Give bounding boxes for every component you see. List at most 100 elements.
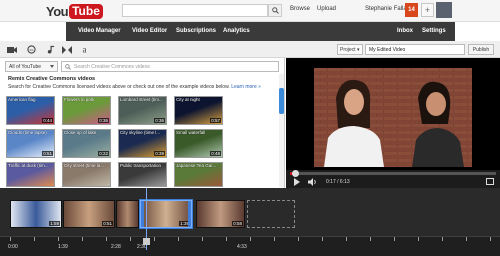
video-thumbnail[interactable]: City street (time la...: [62, 162, 111, 187]
library-scrollbar[interactable]: [279, 74, 284, 187]
ruler-tick: [442, 237, 443, 241]
timeline-ruler: 0:00 1:39 2:28 2:30 4:33: [0, 236, 500, 256]
play-icon[interactable]: [294, 178, 300, 186]
ruler-tick: [34, 237, 35, 241]
video-thumbnail[interactable]: Small waterfall 0:48: [174, 129, 223, 158]
thumbnail-duration: 0:44: [42, 118, 53, 123]
playhead-handle[interactable]: [143, 238, 150, 245]
thumbnail-title: Lombard street (tim...: [120, 97, 163, 102]
volume-icon[interactable]: [308, 178, 318, 188]
ruler-tick: [226, 237, 227, 241]
source-filter-select[interactable]: All of YouTube: [5, 61, 58, 72]
scrollbar-thumb[interactable]: [279, 88, 284, 114]
fullscreen-icon[interactable]: [486, 178, 494, 185]
svg-text:cc: cc: [29, 47, 33, 52]
ruler-tick: [58, 237, 59, 241]
notification-badge[interactable]: 14: [405, 3, 418, 17]
browse-link[interactable]: Browse: [290, 6, 310, 12]
nav-analytics[interactable]: Analytics: [223, 28, 250, 34]
library-title: Remix Creative Commons videos: [8, 76, 96, 82]
upload-link[interactable]: Upload: [317, 6, 336, 12]
publish-button[interactable]: Publish: [468, 44, 494, 55]
timeline-clip[interactable]: [116, 200, 139, 228]
ruler-tick: [370, 237, 371, 241]
text-icon[interactable]: a: [78, 44, 90, 55]
nav-video-manager[interactable]: Video Manager: [78, 28, 121, 34]
nav-settings[interactable]: Settings: [422, 28, 446, 34]
project-select[interactable]: Project ▾: [337, 44, 363, 55]
library-description: Search for Creative Commons licensed vid…: [8, 84, 261, 90]
nav-inbox[interactable]: Inbox: [397, 28, 413, 34]
timeline-clip[interactable]: 0:58: [196, 200, 245, 228]
trim-handle-left[interactable]: [141, 201, 144, 227]
ruler-tick: [106, 237, 107, 241]
ruler-tick: [10, 237, 11, 241]
search-button[interactable]: [268, 4, 282, 17]
video-thumbnail[interactable]: Flowers in park 0:36: [62, 96, 111, 125]
timeline-clip[interactable]: 1:59: [10, 200, 62, 228]
transition-icon[interactable]: [61, 44, 73, 55]
search-icon: [65, 64, 71, 72]
thumbnail-title: Close up of lake: [64, 130, 97, 135]
ruler-label: 1:39: [58, 244, 68, 250]
cc-search-input[interactable]: Search Creative Commons videos: [61, 61, 279, 72]
learn-more-link[interactable]: Learn more »: [231, 84, 261, 90]
editor-toolbar: cc a Project ▾ My Edited Video Publish: [0, 41, 500, 58]
avatar[interactable]: [436, 2, 452, 18]
thumbnail-duration: 0:48: [210, 151, 221, 156]
youtube-logo[interactable]: You Tube: [46, 3, 103, 19]
video-thumbnail[interactable]: Clouds (time lapse) 0:51: [6, 129, 55, 158]
ruler-tick: [298, 237, 299, 241]
video-thumbnail[interactable]: Lombard street (tim... 0:36: [118, 96, 167, 125]
nav-dark-strip: Video Manager Video Editor Subscriptions…: [66, 22, 455, 41]
username[interactable]: Stephanie Falla: [365, 6, 407, 12]
progress-knob[interactable]: [292, 170, 299, 177]
video-thumbnail[interactable]: City skyline (time l... 0:39: [118, 129, 167, 158]
thumbnail-title: Clouds (time lapse): [8, 130, 47, 135]
timeline-drop-zone[interactable]: [247, 200, 295, 228]
ruler-tick: [466, 237, 467, 241]
thumbnail-title: City skyline (time l...: [120, 130, 161, 135]
ruler-tick: [154, 237, 155, 241]
timeline-track: 1:59 0:51 1:39 0:58: [0, 196, 500, 232]
thumbnail-duration: 0:36: [98, 118, 109, 123]
media-library: All of YouTube Search Creative Commons v…: [0, 58, 285, 188]
video-thumbnail[interactable]: Traffic at dusk (tim...: [6, 162, 55, 187]
camera-icon[interactable]: [6, 44, 18, 55]
cc-icon[interactable]: cc: [25, 44, 37, 55]
trim-handle-right[interactable]: [188, 201, 191, 227]
project-name-field[interactable]: My Edited Video: [365, 44, 465, 55]
thumbnail-title: Traffic at dusk (tim...: [8, 163, 49, 168]
video-thumbnail[interactable]: Public transportation: [118, 162, 167, 187]
video-thumbnail[interactable]: Close up of lake 0:22: [62, 129, 111, 158]
add-button[interactable]: +: [421, 3, 434, 17]
video-thumbnail[interactable]: City at night 0:57: [174, 96, 223, 125]
timeline-clip[interactable]: 1:39: [140, 200, 192, 228]
cc-search-placeholder: Search Creative Commons videos: [74, 63, 150, 70]
search-icon: [271, 7, 279, 14]
timeline-playhead[interactable]: [143, 188, 150, 250]
logo-you: You: [46, 3, 69, 19]
clip-duration: 1:59: [49, 221, 60, 226]
svg-text:a: a: [82, 45, 86, 54]
video-thumbnail[interactable]: American flag 0:44: [6, 96, 55, 125]
nav-subscriptions[interactable]: Subscriptions: [176, 28, 216, 34]
search-input[interactable]: [122, 4, 268, 17]
video-frame[interactable]: [314, 68, 472, 167]
thumbnail-title: Public transportation: [120, 163, 162, 168]
timeline: 1:59 0:51 1:39 0:58 0:00 1:39 2:28 2:30 4:33: [0, 188, 500, 256]
music-icon[interactable]: [44, 44, 56, 55]
player-timecode: 0:17 / 6:13: [326, 179, 350, 185]
video-thumbnail[interactable]: Japanese Tea Gar...: [174, 162, 223, 187]
source-filter-label: All of YouTube: [9, 63, 42, 70]
thumbnail-title: Small waterfall: [176, 130, 206, 135]
library-description-text: Search for Creative Commons licensed vid…: [8, 84, 230, 90]
thumbnail-duration: 0:57: [210, 118, 221, 123]
thumbnail-title: City street (time la...: [64, 163, 105, 168]
ruler-tick: [274, 237, 275, 241]
ruler-tick: [202, 237, 203, 241]
nav-video-editor[interactable]: Video Editor: [132, 28, 167, 34]
player-progress-bar[interactable]: [290, 170, 496, 177]
clip-duration: 0:58: [232, 221, 243, 226]
timeline-clip[interactable]: 0:51: [63, 200, 115, 228]
